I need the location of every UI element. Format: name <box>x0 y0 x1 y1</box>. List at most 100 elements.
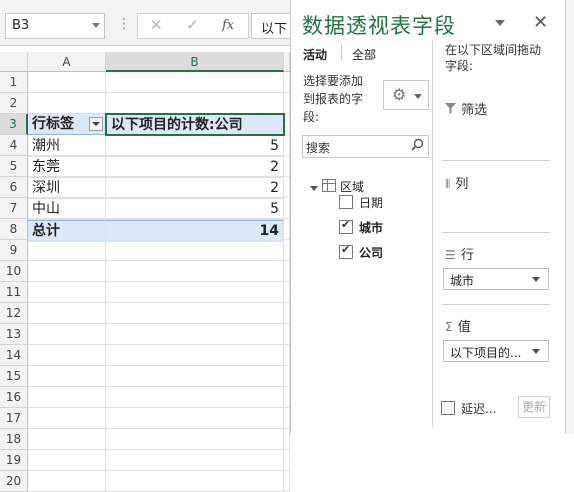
insert-function-icon[interactable]: fx <box>222 18 234 33</box>
tools-button[interactable]: ⚙ <box>383 80 429 110</box>
defer-update-option[interactable]: 延迟... <box>441 400 496 417</box>
row-header[interactable]: 14 <box>0 345 28 366</box>
formula-input[interactable]: 以下 <box>251 13 291 39</box>
close-icon[interactable]: ✕ <box>533 12 548 33</box>
pivot-row-value[interactable]: 5 <box>106 199 284 220</box>
pivot-row-value[interactable]: 5 <box>106 136 284 157</box>
pivot-row-label[interactable]: 潮州 <box>28 136 106 157</box>
grid-cell[interactable] <box>106 303 284 324</box>
search-icon[interactable] <box>411 138 424 151</box>
row-header[interactable]: 10 <box>0 261 28 282</box>
rows-icon: ☰ <box>445 248 456 262</box>
filter-icon <box>445 103 456 114</box>
row-header[interactable]: 3 <box>0 114 28 135</box>
chevron-down-icon[interactable] <box>92 23 100 28</box>
row-header[interactable]: 18 <box>0 429 28 450</box>
row-header[interactable]: 16 <box>0 387 28 408</box>
grid-cell[interactable] <box>284 450 290 471</box>
row-header[interactable]: 1 <box>0 72 28 93</box>
grid-cell[interactable] <box>28 429 106 450</box>
grid-cell[interactable] <box>106 282 284 303</box>
grid-cell[interactable] <box>28 261 106 282</box>
checkbox-checked[interactable] <box>339 243 353 259</box>
collapse-icon[interactable] <box>310 186 318 191</box>
row-header[interactable]: 11 <box>0 282 28 303</box>
pivot-row-label[interactable]: 深圳 <box>28 178 106 199</box>
pivot-row-label[interactable]: 东莞 <box>28 157 106 178</box>
search-field[interactable]: 搜索 <box>302 135 429 158</box>
grid-cell[interactable] <box>28 324 106 345</box>
update-button[interactable]: 更新 <box>518 396 550 418</box>
filter-dropdown-icon[interactable] <box>89 117 103 131</box>
grid-cell[interactable] <box>28 93 106 114</box>
grid-cell[interactable] <box>106 93 284 114</box>
checkbox[interactable] <box>339 195 353 209</box>
pivot-total-label[interactable]: 总计 <box>28 220 106 242</box>
grid-cell[interactable] <box>106 345 284 366</box>
row-header[interactable]: 7 <box>0 198 28 219</box>
row-header[interactable]: 2 <box>0 93 28 114</box>
pivot-row-value[interactable]: 2 <box>106 178 284 199</box>
grid-cell[interactable] <box>28 72 106 93</box>
checkbox[interactable] <box>441 401 455 415</box>
select-all-corner[interactable] <box>0 52 28 72</box>
pane-splitter[interactable] <box>432 40 433 428</box>
grid-cell[interactable] <box>28 303 106 324</box>
row-header[interactable]: 4 <box>0 135 28 156</box>
grid-cell[interactable] <box>28 387 106 408</box>
grid-cell[interactable] <box>106 429 284 450</box>
row-label-header-text: 行标签 <box>32 116 74 132</box>
row-header[interactable]: 6 <box>0 177 28 198</box>
row-header[interactable]: 13 <box>0 324 28 345</box>
tab-all[interactable]: 全部 <box>352 46 376 63</box>
grid-cell[interactable] <box>106 387 284 408</box>
grid-cell[interactable] <box>28 345 106 366</box>
checkbox-checked[interactable] <box>339 218 353 234</box>
grid-cell[interactable] <box>28 282 106 303</box>
row-header[interactable]: 12 <box>0 303 28 324</box>
row-header[interactable]: 15 <box>0 366 28 387</box>
pane-title: 数据透视表字段 <box>302 14 456 38</box>
grid-cell[interactable] <box>28 408 106 429</box>
pivot-value-header[interactable]: 以下项目的计数:公司 <box>105 113 285 136</box>
grid-cell[interactable] <box>28 471 106 492</box>
field-item-date[interactable]: 日期 <box>339 194 383 211</box>
column-header-b[interactable]: B <box>106 52 284 72</box>
grid-cell[interactable] <box>106 366 284 387</box>
columns-zone-label: 列 <box>455 177 469 192</box>
grid-cell[interactable] <box>106 471 284 492</box>
tab-divider <box>341 44 342 60</box>
grid-cell[interactable] <box>106 450 284 471</box>
grid-cell[interactable] <box>106 72 284 93</box>
field-table-node[interactable]: 区域 <box>310 178 364 195</box>
pivot-total-value[interactable]: 14 <box>106 220 284 242</box>
row-header[interactable]: 20 <box>0 471 28 492</box>
row-header[interactable]: 19 <box>0 450 28 471</box>
row-header[interactable]: 17 <box>0 408 28 429</box>
cancel-icon[interactable]: ✕ <box>150 16 163 34</box>
row-header[interactable]: 9 <box>0 240 28 261</box>
enter-icon[interactable]: ✓ <box>186 16 199 34</box>
grid-cell[interactable] <box>28 240 106 261</box>
field-item-city[interactable]: 城市 <box>339 218 383 236</box>
pivot-row-label-header[interactable]: 行标签 <box>28 114 106 135</box>
pivot-row-label[interactable]: 中山 <box>28 199 106 220</box>
rows-field-dropdown[interactable]: 城市 <box>443 268 549 290</box>
grid-cell[interactable] <box>106 240 284 261</box>
chevron-down-icon <box>532 277 540 282</box>
tab-active[interactable]: 活动 <box>303 46 327 63</box>
grid-cell[interactable] <box>28 366 106 387</box>
values-field-dropdown[interactable]: 以下项目的... <box>443 340 549 362</box>
column-header-a[interactable]: A <box>28 52 106 72</box>
grid-cell[interactable] <box>284 471 290 492</box>
pane-options-chevron-icon[interactable] <box>495 20 505 26</box>
row-header[interactable]: 5 <box>0 156 28 177</box>
name-box[interactable]: B3 <box>5 13 105 39</box>
field-item-company[interactable]: 公司 <box>339 243 383 261</box>
grid-cell[interactable] <box>106 408 284 429</box>
grid-cell[interactable] <box>106 324 284 345</box>
grid-cell[interactable] <box>106 261 284 282</box>
pivot-row-value[interactable]: 2 <box>106 157 284 178</box>
row-header[interactable]: 8 <box>0 219 28 240</box>
grid-cell[interactable] <box>28 450 106 471</box>
